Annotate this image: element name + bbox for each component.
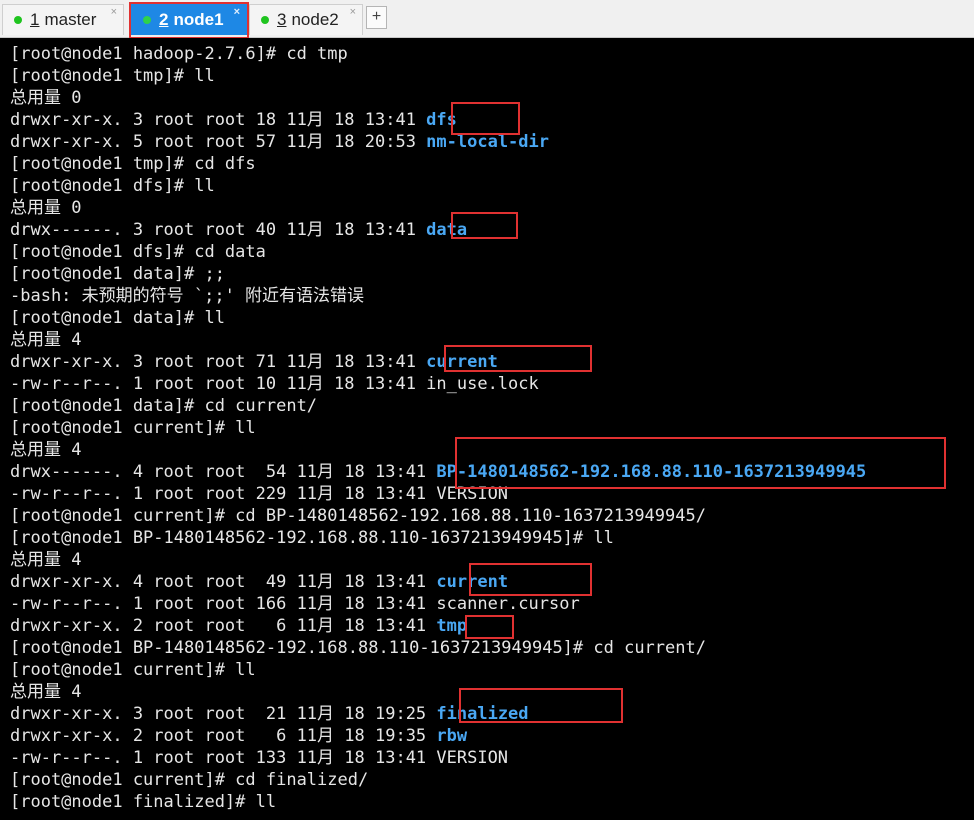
terminal-line: [root@node1 current]# cd finalized/ [10,769,974,791]
line-text: drwxr-xr-x. 2 root root 6 11月 18 13:41 [10,616,437,636]
directory-name: current [436,572,509,592]
directory-name: rbw [436,726,468,746]
line-text: 总用量 4 [10,330,82,350]
tab-number: 3 [277,10,287,29]
directory-name: nm-local-dir [426,132,549,152]
line-text: [root@node1 tmp]# cd dfs [10,154,256,174]
terminal-line: drwx------. 3 root root 40 11月 18 13:41 … [10,219,974,241]
line-text: drwxr-xr-x. 4 root root 49 11月 18 13:41 [10,572,437,592]
line-text: drwxr-xr-x. 3 root root 21 11月 18 19:25 [10,704,437,724]
tab-bar: 1 master × 2 node1 × 3 node2 × + [0,0,974,39]
tab-label: node1 [173,10,224,29]
line-text: [root@node1 BP-1480148562-192.168.88.110… [10,638,706,658]
directory-name: dfs [426,110,457,130]
line-text: drwxr-xr-x. 3 root root 18 11月 18 13:41 [10,110,427,130]
line-text: drwxr-xr-x. 3 root root 71 11月 18 13:41 [10,352,427,372]
close-icon[interactable]: × [111,6,117,18]
terminal-line: [root@node1 dfs]# ll [10,175,974,197]
terminal-line: drwxr-xr-x. 3 root root 21 11月 18 19:25 … [10,703,974,725]
line-text: [root@node1 current]# cd finalized/ [10,770,369,790]
terminal-line: 总用量 4 [10,549,974,571]
terminal-line: -rw-r--r--. 1 root root 166 11月 18 13:41… [10,593,974,615]
terminal-line: [root@node1 data]# ll [10,307,974,329]
directory-name: tmp [436,616,468,636]
terminal-line: -rw-r--r--. 1 root root 133 11月 18 13:41… [10,747,974,769]
tab-node1[interactable]: 2 node1 × [131,4,247,35]
terminal-line: -rw-r--r--. 1 root root 10 11月 18 13:41 … [10,373,974,395]
terminal-line: [root@node1 current]# ll [10,659,974,681]
line-text: 总用量 0 [10,88,82,108]
terminal-output[interactable]: [root@node1 hadoop-2.7.6]# cd tmp [root@n… [0,38,974,820]
close-icon[interactable]: × [350,6,356,18]
line-text: 总用量 4 [10,440,82,460]
terminal-line: 总用量 0 [10,197,974,219]
tab-number: 2 [159,10,169,29]
terminal-line: 总用量 4 [10,681,974,703]
line-text: drwx------. 4 root root 54 11月 18 13:41 [10,462,437,482]
session-status-icon [261,16,269,24]
line-text: [root@node1 dfs]# cd data [10,242,266,262]
terminal-line: drwxr-xr-x. 3 root root 18 11月 18 13:41 … [10,109,974,131]
session-status-icon [143,16,151,24]
terminal-line: 总用量 4 [10,329,974,351]
line-text: [root@node1 current]# ll [10,418,256,438]
session-status-icon [14,16,22,24]
terminal-line: [root@node1 current]# cd BP-1480148562-1… [10,505,974,527]
terminal-line: [root@node1 finalized]# ll [10,791,974,813]
directory-name: data [426,220,468,240]
terminal-line: drwx------. 4 root root 54 11月 18 13:41 … [10,461,974,483]
line-text: drwx------. 3 root root 40 11月 18 13:41 [10,220,427,240]
line-text: [root@node1 BP-1480148562-192.168.88.110… [10,528,614,548]
line-text: [root@node1 data]# cd current/ [10,396,318,416]
terminal-line: [root@node1 hadoop-2.7.6]# cd tmp [10,43,974,65]
line-text: -rw-r--r--. 1 root root 10 11月 18 13:41 … [10,374,539,394]
terminal-line: -rw-r--r--. 1 root root 229 11月 18 13:41… [10,483,974,505]
terminal-line: [root@node1 data]# ;; [10,263,974,285]
line-text: -rw-r--r--. 1 root root 166 11月 18 13:41… [10,594,580,614]
tab-node2[interactable]: 3 node2 × [249,4,363,35]
line-text: [root@node1 current]# ll [10,660,256,680]
line-text: drwxr-xr-x. 2 root root 6 11月 18 19:35 [10,726,437,746]
terminal-line: drwxr-xr-x. 2 root root 6 11月 18 13:41 t… [10,615,974,637]
line-text: [root@node1 tmp]# ll [10,66,215,86]
directory-name: BP-1480148562-192.168.88.110-16372139499… [436,462,867,482]
terminal-line: [root@node1 dfs]# cd data [10,241,974,263]
line-text: -rw-r--r--. 1 root root 229 11月 18 13:41… [10,484,509,504]
terminal-line: 总用量 4 [10,439,974,461]
terminal-line: drwxr-xr-x. 5 root root 57 11月 18 20:53 … [10,131,974,153]
line-text: [root@node1 data]# ;; [10,264,225,284]
terminal-line: drwxr-xr-x. 4 root root 49 11月 18 13:41 … [10,571,974,593]
directory-name: finalized [436,704,529,724]
line-text: [root@node1 current]# cd BP-1480148562-1… [10,506,706,526]
terminal-line: [root@node1 data]# cd current/ [10,395,974,417]
terminal-line: [root@node1 current]# ll [10,417,974,439]
terminal-line: drwxr-xr-x. 2 root root 6 11月 18 19:35 r… [10,725,974,747]
terminal-line: drwxr-xr-x. 3 root root 71 11月 18 13:41 … [10,351,974,373]
line-text: [root@node1 hadoop-2.7.6]# cd tmp [10,44,348,64]
line-text: 总用量 4 [10,682,82,702]
line-text: -rw-r--r--. 1 root root 133 11月 18 13:41… [10,748,509,768]
terminal-line: 总用量 0 [10,87,974,109]
terminal-line: [root@node1 BP-1480148562-192.168.88.110… [10,527,974,549]
tab-label: master [44,10,97,29]
terminal-line: [root@node1 tmp]# cd dfs [10,153,974,175]
line-text: [root@node1 data]# ll [10,308,225,328]
terminal-line: [root@node1 BP-1480148562-192.168.88.110… [10,637,974,659]
tab-number: 1 [30,10,40,29]
line-text: 总用量 4 [10,550,82,570]
line-text: [root@node1 finalized]# ll [10,792,277,812]
directory-name: current [426,352,498,372]
line-text: [root@node1 dfs]# ll [10,176,215,196]
close-icon[interactable]: × [234,6,240,18]
line-text: -bash: 未预期的符号 `;;' 附近有语法错误 [10,286,365,306]
tab-master[interactable]: 1 master × [2,4,124,35]
tab-label: node2 [291,10,339,29]
terminal-line: -bash: 未预期的符号 `;;' 附近有语法错误 [10,285,974,307]
line-text: 总用量 0 [10,198,82,218]
line-text: drwxr-xr-x. 5 root root 57 11月 18 20:53 [10,132,427,152]
terminal-line: [root@node1 tmp]# ll [10,65,974,87]
new-tab-button[interactable]: + [366,6,387,29]
